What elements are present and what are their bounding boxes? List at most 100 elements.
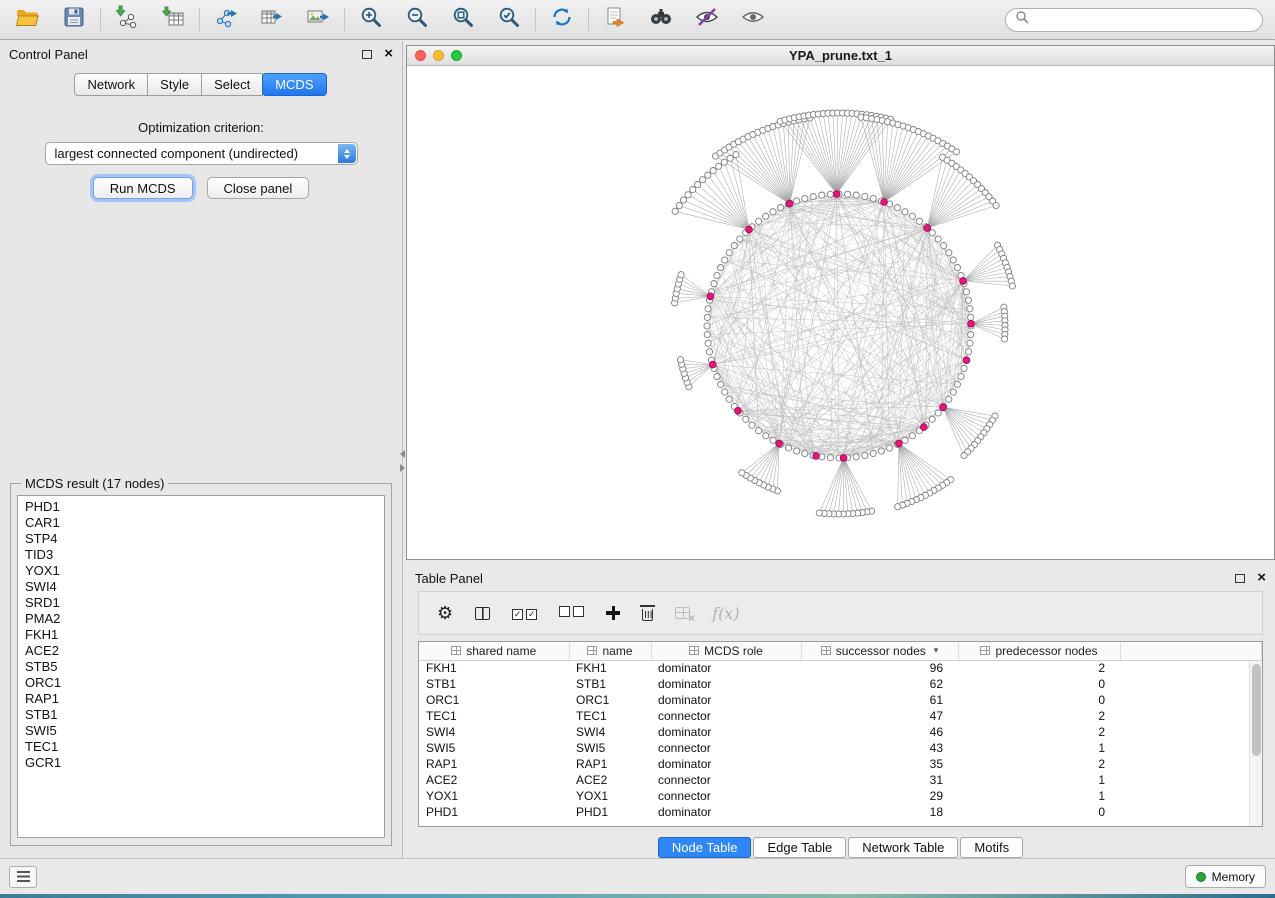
table-row[interactable]: PHD1PHD1dominator180 [419,804,1262,820]
collapse-left-icon[interactable] [400,450,405,458]
table-row[interactable]: ACE2ACE2connector311 [419,772,1262,788]
table-row[interactable]: ORC1ORC1dominator610 [419,692,1262,708]
tab-network-table[interactable]: Network Table [848,837,958,858]
tab-select[interactable]: Select [201,73,263,96]
mcds-result-item[interactable]: RAP1 [18,691,384,707]
function-builder-button[interactable]: f(x) [712,604,739,623]
mcds-result-item[interactable]: SWI5 [18,723,384,739]
node-table-header-row: shared namenameMCDS rolesuccessor nodes▾… [419,642,1262,660]
table-row[interactable]: YOX1YOX1connector291 [419,788,1262,804]
mcds-result-item[interactable]: STB5 [18,659,384,675]
mcds-result-item[interactable]: ORC1 [18,675,384,691]
mcds-result-list[interactable]: PHD1CAR1STP4TID3YOX1SWI4SRD1PMA2FKH1ACE2… [17,495,385,838]
mcds-result-item[interactable]: SWI4 [18,579,384,595]
export-table-button[interactable] [256,5,288,35]
network-canvas[interactable] [407,66,1274,559]
select-all-button[interactable]: ✓✓ [512,604,537,622]
table-row[interactable]: TEC1TEC1connector472 [419,708,1262,724]
scrollbar-thumb[interactable] [1252,664,1261,756]
mcds-result-item[interactable]: YOX1 [18,563,384,579]
mcds-result-item[interactable]: ACE2 [18,643,384,659]
mcds-result-item[interactable]: FKH1 [18,627,384,643]
zoom-selected-icon [497,5,521,34]
tab-motifs[interactable]: Motifs [960,837,1023,858]
panel-divider-handle[interactable] [398,450,406,476]
criterion-dropdown[interactable]: largest connected component (undirected) [45,142,358,165]
float-panel-icon[interactable] [1235,574,1245,583]
column-table-icon [980,646,990,655]
zoom-selected-button[interactable] [493,5,525,35]
column-header-name[interactable]: name [569,642,651,660]
column-header-successor-nodes[interactable]: successor nodes▾ [801,642,958,660]
import-network-button[interactable] [111,5,143,35]
search-network-button[interactable] [645,5,677,35]
close-panel-icon[interactable]: × [384,49,393,59]
table-row[interactable]: SWI5SWI5connector431 [419,740,1262,756]
node-table-body: FKH1FKH1dominator962STB1STB1dominator620… [419,660,1262,820]
desktop-background [0,894,1275,898]
zoom-in-button[interactable] [355,5,387,35]
column-visibility-button[interactable] [475,607,490,620]
tab-edge-table[interactable]: Edge Table [753,837,846,858]
mcds-result-item[interactable]: STB1 [18,707,384,723]
table-cell: 2 [958,724,1120,740]
mcds-result-item[interactable]: STP4 [18,531,384,547]
window-close-icon[interactable] [415,50,426,61]
run-mcds-button[interactable]: Run MCDS [93,177,193,199]
table-scrollbar[interactable] [1249,661,1262,826]
mcds-result-item[interactable]: GCR1 [18,755,384,771]
show-details-button[interactable] [737,5,769,35]
float-panel-icon[interactable] [362,50,372,59]
tab-network[interactable]: Network [74,73,148,96]
mcds-result-item[interactable]: TEC1 [18,739,384,755]
tab-style[interactable]: Style [147,73,202,96]
expand-right-icon[interactable] [400,464,405,472]
mcds-result-item[interactable]: PMA2 [18,611,384,627]
memory-button[interactable]: Memory [1185,865,1266,888]
close-panel-icon[interactable]: × [1257,573,1266,583]
zoom-out-button[interactable] [401,5,433,35]
table-row[interactable]: STB1STB1dominator620 [419,676,1262,692]
refresh-layout-button[interactable] [546,5,578,35]
mcds-result-item[interactable]: TID3 [18,547,384,563]
table-settings-button[interactable]: ⚙ [437,604,453,622]
close-panel-button[interactable]: Close panel [207,177,310,199]
deselect-all-button[interactable] [559,604,584,622]
table-cell: 2 [958,756,1120,772]
table-row[interactable]: FKH1FKH1dominator962 [419,660,1262,676]
table-row[interactable]: RAP1RAP1dominator352 [419,756,1262,772]
table-cell: TEC1 [419,708,569,724]
table-panel: Table Panel × ⚙ ✓✓ f(x) shared namenameM… [406,565,1275,858]
tab-mcds[interactable]: MCDS [262,73,326,96]
share-document-button[interactable] [599,5,631,35]
empty-box-icon [559,606,570,617]
export-network-button[interactable] [210,5,242,35]
table-cell-filler [1120,692,1262,708]
table-cell-filler [1120,660,1262,676]
import-table-icon [160,5,186,34]
add-column-button[interactable] [606,606,620,620]
delete-column-button[interactable] [642,609,653,621]
column-header-predecessor-nodes[interactable]: predecessor nodes [958,642,1120,660]
mcds-result-item[interactable]: CAR1 [18,515,384,531]
delete-table-button[interactable] [675,607,690,619]
search-input[interactable] [1035,12,1253,27]
hide-details-button[interactable] [691,5,723,35]
mcds-result-item[interactable]: SRD1 [18,595,384,611]
tab-node-table[interactable]: Node Table [658,837,752,858]
mcds-result-item[interactable]: PHD1 [18,499,384,515]
window-maximize-icon[interactable] [451,50,462,61]
save-button[interactable] [58,5,90,35]
import-table-button[interactable] [157,5,189,35]
table-cell: ACE2 [569,772,651,788]
task-history-button[interactable] [9,866,37,888]
network-window-titlebar[interactable]: YPA_prune.txt_1 [407,46,1274,66]
open-button[interactable] [12,5,44,35]
column-header-MCDS-role[interactable]: MCDS role [651,642,801,660]
table-row[interactable]: SWI4SWI4dominator462 [419,724,1262,740]
main-toolbar [0,0,1275,40]
window-minimize-icon[interactable] [433,50,444,61]
column-header-shared-name[interactable]: shared name [419,642,569,660]
export-image-button[interactable] [302,5,334,35]
zoom-fit-button[interactable] [447,5,479,35]
